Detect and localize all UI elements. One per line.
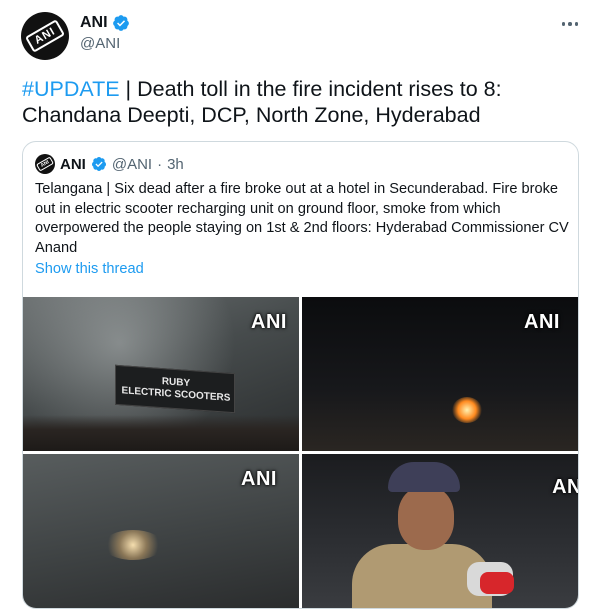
ani-logo: ANI xyxy=(24,19,66,53)
show-thread-link[interactable]: Show this thread xyxy=(35,261,144,277)
ani-watermark: ANI xyxy=(251,311,287,333)
ani-logo-small: ANI xyxy=(36,156,54,172)
tweet-text: #UPDATE | Death toll in the fire inciden… xyxy=(22,76,582,128)
more-options-icon[interactable] xyxy=(558,14,582,34)
crowd-silhouette xyxy=(23,415,299,451)
light-glow xyxy=(103,530,163,560)
quoted-timestamp[interactable]: 3h xyxy=(167,156,184,173)
quoted-tweet-card[interactable]: ANI ANI @ANI · 3h Telangana | Six dead a… xyxy=(22,141,579,609)
officer-cap xyxy=(388,462,460,492)
quoted-author-name: ANI xyxy=(60,155,86,173)
author-avatar[interactable]: ANI xyxy=(21,12,69,60)
dot xyxy=(568,22,572,26)
author-handle[interactable]: @ANI xyxy=(80,35,120,52)
quoted-tweet-header: ANI ANI @ANI · 3h xyxy=(35,154,184,174)
media-photo[interactable]: RUBY ELECTRIC SCOOTERS ANI xyxy=(23,297,299,451)
media-photo[interactable]: AN xyxy=(302,454,578,608)
author-display-name[interactable]: ANI xyxy=(80,14,108,32)
shop-sign-text: RUBY ELECTRIC SCOOTERS xyxy=(118,373,234,405)
quoted-author-avatar: ANI xyxy=(35,154,55,174)
quoted-tweet-text: Telangana | Six dead after a fire broke … xyxy=(35,181,569,256)
shop-sign: RUBY ELECTRIC SCOOTERS xyxy=(115,364,235,414)
tweet-header: ANI ANI @ANI xyxy=(18,10,584,60)
microphone-cover xyxy=(480,572,514,594)
verified-badge-icon xyxy=(91,157,106,171)
ani-watermark: AN xyxy=(552,476,578,498)
media-photo[interactable]: ANI xyxy=(302,297,578,451)
dot xyxy=(561,22,566,26)
ani-watermark: ANI xyxy=(524,311,560,333)
media-photo[interactable]: ANI xyxy=(23,454,299,608)
verified-badge-icon xyxy=(112,15,129,31)
hashtag-link[interactable]: #UPDATE xyxy=(22,77,120,101)
officer-face xyxy=(398,486,454,550)
dot xyxy=(574,22,579,26)
quoted-author-handle: @ANI xyxy=(111,155,153,173)
media-grid: RUBY ELECTRIC SCOOTERS ANI ANI ANI AN xyxy=(23,297,578,608)
author-name-row: ANI xyxy=(80,14,130,32)
ani-watermark: ANI xyxy=(241,468,277,490)
fire-glow xyxy=(452,397,482,423)
meta-separator: · xyxy=(157,155,163,173)
